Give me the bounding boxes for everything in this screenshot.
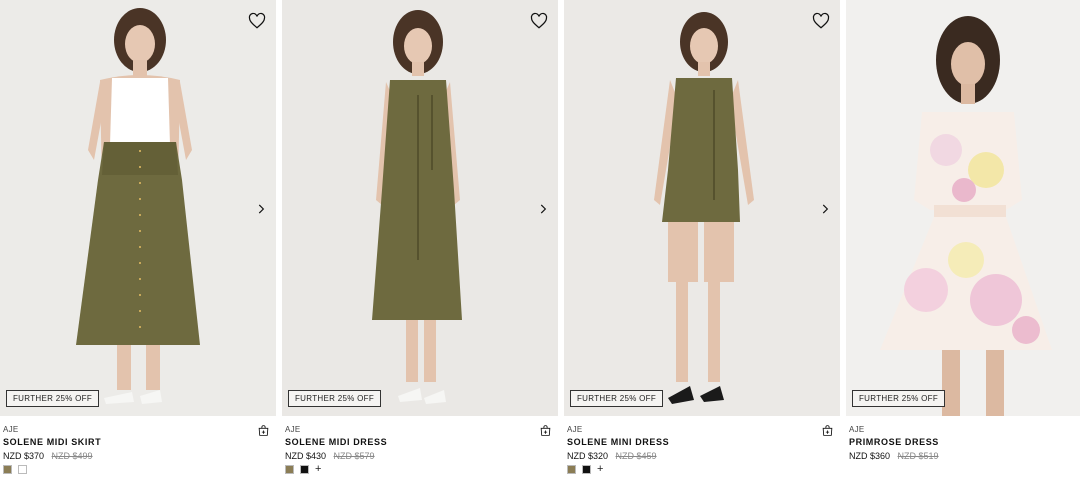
swatch-black[interactable]	[300, 465, 309, 474]
product-brand: AJE	[567, 425, 583, 434]
sale-price: NZD $430	[285, 451, 327, 461]
product-name[interactable]: SOLENE MINI DRESS	[567, 437, 669, 447]
color-swatches: +	[285, 464, 321, 475]
product-card[interactable]: FURTHER 25% OFF AJE SOLENE MINI DRESS NZ…	[564, 0, 845, 483]
color-swatches: +	[567, 464, 603, 475]
product-grid: FURTHER 25% OFF AJE SOLENE MIDI SKIRT NZ…	[0, 0, 1080, 483]
product-image[interactable]: FURTHER 25% OFF	[282, 0, 558, 416]
product-price: NZD $360 NZD $519	[849, 451, 939, 461]
product-name[interactable]: SOLENE MIDI DRESS	[285, 437, 387, 447]
more-colors-button[interactable]: +	[315, 464, 321, 475]
swatch-white[interactable]	[18, 465, 27, 474]
product-price: NZD $320 NZD $459	[567, 451, 657, 461]
product-card[interactable]: FURTHER 25% OFF AJE PRIMROSE DRESS NZD $…	[846, 0, 1080, 483]
color-swatches	[3, 465, 27, 474]
swatch-black[interactable]	[582, 465, 591, 474]
swatch-olive[interactable]	[567, 465, 576, 474]
bag-add-icon[interactable]	[821, 424, 834, 437]
product-price: NZD $430 NZD $579	[285, 451, 375, 461]
product-brand: AJE	[3, 425, 19, 434]
sale-price: NZD $370	[3, 451, 45, 461]
product-info: AJE SOLENE MIDI DRESS NZD $430 NZD $579 …	[282, 416, 558, 483]
product-name[interactable]: SOLENE MIDI SKIRT	[3, 437, 101, 447]
chevron-right-icon[interactable]	[818, 202, 832, 216]
promo-badge: FURTHER 25% OFF	[288, 390, 382, 407]
product-photo	[0, 0, 276, 416]
product-photo	[564, 0, 840, 416]
original-price: NZD $519	[897, 451, 939, 461]
original-price: NZD $579	[333, 451, 375, 461]
sale-price: NZD $320	[567, 451, 609, 461]
product-image[interactable]: FURTHER 25% OFF	[846, 0, 1080, 416]
bag-add-icon[interactable]	[257, 424, 270, 437]
more-colors-button[interactable]: +	[597, 464, 603, 475]
original-price: NZD $459	[615, 451, 657, 461]
chevron-right-icon[interactable]	[254, 202, 268, 216]
promo-badge: FURTHER 25% OFF	[570, 390, 664, 407]
product-info: AJE SOLENE MIDI SKIRT NZD $370 NZD $499	[0, 416, 276, 483]
original-price: NZD $499	[51, 451, 93, 461]
product-info: AJE PRIMROSE DRESS NZD $360 NZD $519	[846, 416, 1080, 483]
product-image[interactable]: FURTHER 25% OFF	[564, 0, 840, 416]
heart-icon[interactable]	[812, 12, 830, 30]
product-card[interactable]: FURTHER 25% OFF AJE SOLENE MIDI SKIRT NZ…	[0, 0, 281, 483]
heart-icon[interactable]	[248, 12, 266, 30]
promo-badge: FURTHER 25% OFF	[6, 390, 100, 407]
product-photo	[846, 0, 1080, 416]
swatch-olive[interactable]	[3, 465, 12, 474]
promo-badge: FURTHER 25% OFF	[852, 390, 946, 407]
product-card[interactable]: FURTHER 25% OFF AJE SOLENE MIDI DRESS NZ…	[282, 0, 563, 483]
product-brand: AJE	[849, 425, 865, 434]
bag-add-icon[interactable]	[539, 424, 552, 437]
product-brand: AJE	[285, 425, 301, 434]
product-price: NZD $370 NZD $499	[3, 451, 93, 461]
chevron-right-icon[interactable]	[536, 202, 550, 216]
heart-icon[interactable]	[530, 12, 548, 30]
product-image[interactable]: FURTHER 25% OFF	[0, 0, 276, 416]
product-name[interactable]: PRIMROSE DRESS	[849, 437, 939, 447]
product-photo	[282, 0, 558, 416]
product-info: AJE SOLENE MINI DRESS NZD $320 NZD $459 …	[564, 416, 840, 483]
sale-price: NZD $360	[849, 451, 891, 461]
swatch-olive[interactable]	[285, 465, 294, 474]
